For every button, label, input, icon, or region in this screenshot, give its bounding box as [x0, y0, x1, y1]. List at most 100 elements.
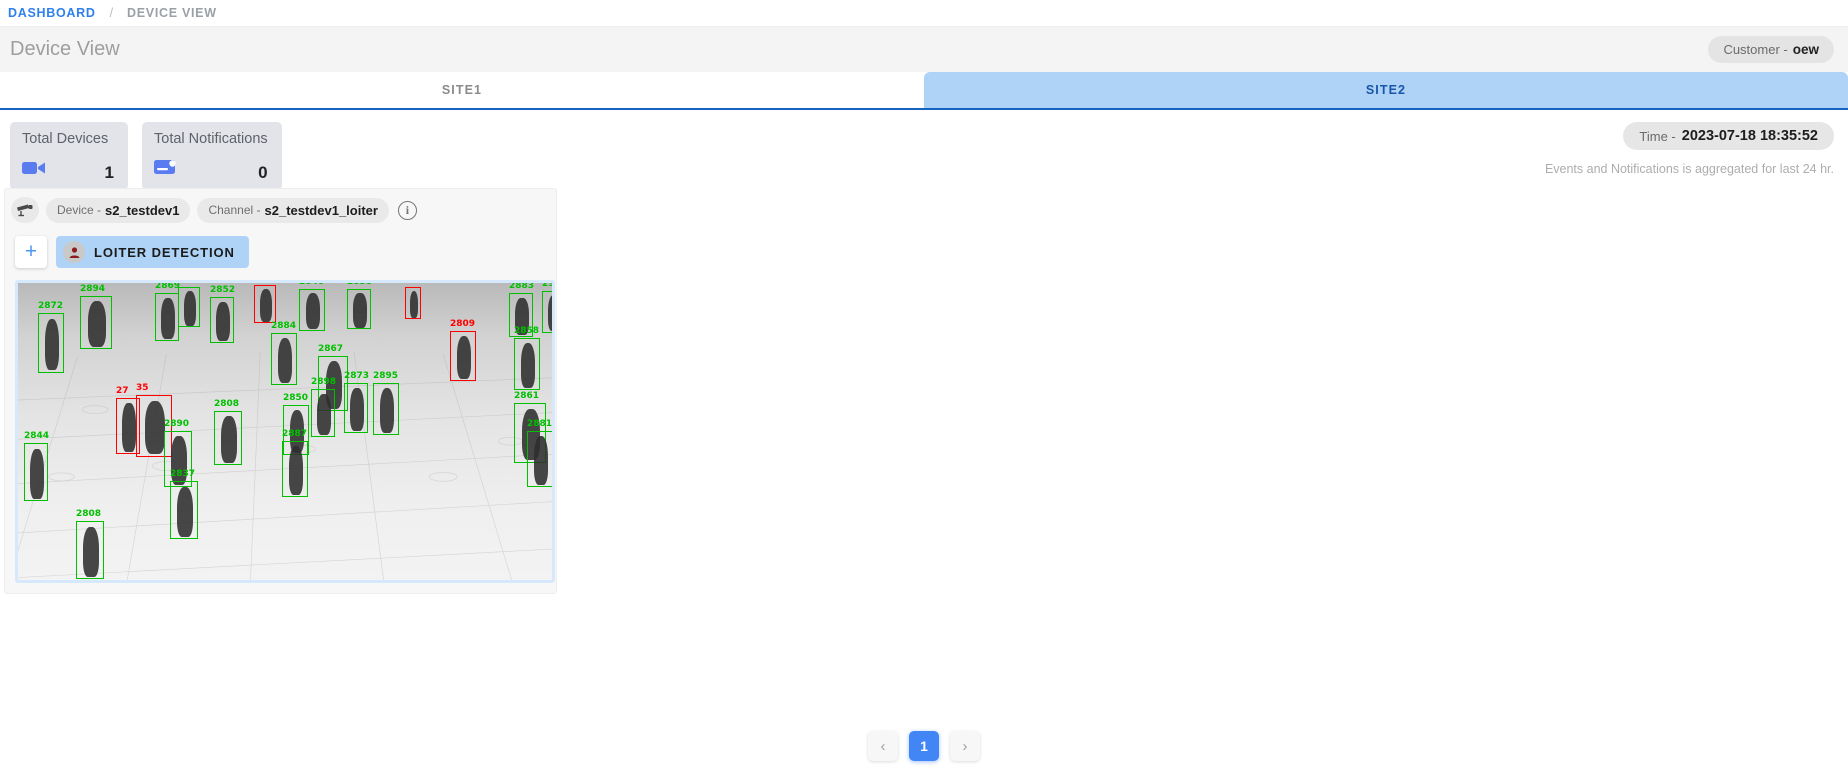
- person-silhouette: [317, 393, 331, 436]
- pagination: ‹ 1 ›: [0, 731, 1848, 761]
- page-title: Device View: [10, 38, 120, 60]
- pagination-next-button[interactable]: ›: [950, 731, 980, 761]
- kpi-value-total-devices: 1: [104, 163, 114, 182]
- tab-site2[interactable]: SITE2: [924, 72, 1848, 108]
- device-panel: Device - s2_testdev1 Channel - s2_testde…: [4, 188, 557, 594]
- detection-box: 2808: [76, 510, 104, 579]
- channel-label: Channel -: [208, 203, 261, 217]
- video-camera-icon: [22, 160, 46, 181]
- person-silhouette: [44, 318, 60, 371]
- breadcrumb-separator: /: [109, 6, 114, 20]
- detection-box: 2857: [178, 283, 203, 327]
- detection-box: 2894: [80, 285, 112, 349]
- loiter-detection-tab[interactable]: LOITER DETECTION: [56, 236, 249, 268]
- person-silhouette: [305, 293, 321, 330]
- person-silhouette: [533, 436, 549, 485]
- detection-box: 2809: [450, 320, 476, 381]
- loiter-detection-label: LOITER DETECTION: [94, 244, 235, 260]
- breadcrumb-item-dashboard[interactable]: DASHBOARD: [8, 6, 110, 20]
- time-label: Time -: [1639, 128, 1676, 144]
- person-silhouette: [216, 301, 230, 342]
- detection-box: 2887: [282, 430, 308, 497]
- add-detection-button[interactable]: +: [15, 236, 47, 268]
- detection-box: 2873: [344, 372, 369, 433]
- video-feed[interactable]: 2872 2894 2869 2852 2857 52 2846 2838 53 2883 2901…: [15, 280, 555, 583]
- person-silhouette: [379, 388, 395, 433]
- channel-value: s2_testdev1_loiter: [264, 202, 378, 218]
- detection-box: 2808: [214, 400, 242, 465]
- detection-box: 2858: [514, 327, 540, 390]
- person-silhouette: [409, 290, 419, 319]
- time-badge: Time - 2023-07-18 18:35:52: [1623, 122, 1834, 150]
- breadcrumb: DASHBOARD / DEVICE VIEW: [0, 0, 1848, 27]
- person-silhouette: [288, 446, 304, 495]
- person-silhouette: [277, 338, 293, 383]
- detection-id-label: 2837: [170, 469, 196, 479]
- person-silhouette: [161, 297, 175, 340]
- person-silhouette: [350, 388, 364, 431]
- detection-box: 2846: [299, 283, 325, 331]
- kpi-bottom-total-devices: 1: [22, 160, 114, 181]
- detection-box: 2852: [210, 286, 235, 343]
- device-label: Device -: [57, 203, 102, 217]
- detection-id-label: 2808: [76, 509, 102, 519]
- detection-id-label: 2858: [514, 326, 540, 336]
- aggregation-note: Events and Notifications is aggregated f…: [1544, 162, 1834, 176]
- detection-row: + LOITER DETECTION: [15, 236, 550, 268]
- person-silhouette: [177, 486, 193, 537]
- title-bar: Device View Customer - oew: [0, 27, 1848, 72]
- pagination-page-1[interactable]: 1: [909, 731, 939, 761]
- detection-box: 2895: [373, 372, 399, 435]
- detection-id-label: 2869: [155, 281, 181, 291]
- kpi-label-total-notifications: Total Notifications: [154, 131, 268, 147]
- main-content: Total Devices 1 Total Notifications 0 Ti…: [0, 110, 1848, 765]
- detection-id-label: 2844: [24, 431, 50, 441]
- person-silhouette: [456, 336, 472, 379]
- detection-id-label: 2867: [318, 344, 344, 354]
- tab-site1[interactable]: SITE1: [0, 72, 924, 108]
- person-silhouette: [353, 293, 367, 328]
- pagination-prev-button[interactable]: ‹: [868, 731, 898, 761]
- detection-id-label: 2894: [80, 284, 106, 294]
- detection-box: 2872: [38, 302, 64, 373]
- info-icon[interactable]: i: [397, 200, 417, 220]
- detection-box: 2881: [527, 420, 552, 487]
- person-silhouette: [547, 295, 552, 332]
- person-silhouette: [259, 289, 273, 322]
- cctv-camera-icon: [11, 197, 39, 223]
- detection-id-label: 2852: [210, 285, 236, 295]
- detection-id-label: 2846: [299, 280, 325, 287]
- customer-badge: Customer - oew: [1708, 36, 1834, 63]
- time-block: Time - 2023-07-18 18:35:52 Events and No…: [1545, 122, 1834, 176]
- detection-id-label: 2884: [271, 321, 297, 331]
- device-chip: Device - s2_testdev1: [46, 197, 191, 223]
- detection-box: 2884: [271, 322, 297, 385]
- person-icon: [63, 241, 85, 263]
- detection-box: 2901: [542, 283, 552, 333]
- detection-id-label: 2890: [164, 419, 190, 429]
- person-silhouette: [122, 403, 136, 452]
- person-silhouette: [183, 291, 197, 326]
- kpi-value-total-notifications: 0: [258, 163, 268, 182]
- person-silhouette: [30, 448, 44, 499]
- detection-id-label: 2861: [514, 391, 540, 401]
- customer-value: oew: [1792, 42, 1819, 57]
- person-silhouette: [144, 400, 166, 455]
- detection-id-label: 2872: [38, 301, 64, 311]
- person-silhouette: [520, 343, 536, 388]
- detection-id-label: 2895: [373, 371, 399, 381]
- device-chip-row: Device - s2_testdev1 Channel - s2_testde…: [11, 197, 550, 223]
- detection-id-label: 2883: [509, 281, 535, 291]
- detection-id-label: 2850: [283, 393, 309, 403]
- detection-box: 2838: [347, 283, 372, 329]
- detection-id-label: 2838: [347, 280, 373, 287]
- detection-id-label: 2808: [214, 399, 240, 409]
- detection-box: 2837: [170, 470, 198, 539]
- kpi-card-total-devices: Total Devices 1: [10, 122, 128, 190]
- detection-id-label: 52: [254, 280, 267, 283]
- breadcrumb-item-device-view[interactable]: DEVICE VIEW: [127, 6, 231, 20]
- customer-label: Customer -: [1723, 42, 1788, 57]
- detection-box: 2898: [311, 378, 336, 437]
- detection-id-label: 2881: [527, 419, 553, 429]
- notification-icon: [154, 159, 178, 181]
